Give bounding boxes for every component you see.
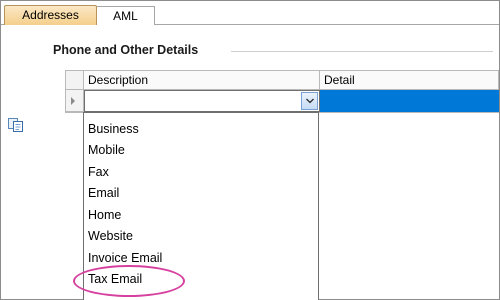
row-selector[interactable] [65,90,84,112]
detail-cell[interactable] [320,90,499,112]
dropdown-option-home[interactable]: Home [88,205,121,226]
dropdown-button[interactable] [301,92,318,110]
tab-aml[interactable]: AML [97,6,155,25]
description-dropdown-list: Business Mobile Fax Email Home Website I… [83,112,319,300]
tab-addresses[interactable]: Addresses [4,5,97,25]
dropdown-option-website[interactable]: Website [88,226,133,247]
dropdown-option-fax[interactable]: Fax [88,162,109,183]
description-combobox[interactable] [84,90,320,112]
dropdown-option-business[interactable]: Business [88,119,139,140]
column-header-detail[interactable]: Detail [320,70,499,90]
section-divider [231,51,493,52]
tab-strip: Addresses AML [1,1,499,25]
chevron-down-icon [306,98,314,104]
dropdown-option-tax-email[interactable]: Tax Email [88,269,142,290]
grid-corner [65,70,84,90]
dropdown-option-email[interactable]: Email [88,183,119,204]
copy-icon[interactable] [7,117,25,133]
dropdown-option-invoice-email[interactable]: Invoice Email [88,248,162,269]
window-frame: Addresses AML Phone and Other Details De… [0,0,500,300]
row-pointer-icon [71,97,75,105]
dropdown-option-mobile[interactable]: Mobile [88,140,125,161]
column-header-description[interactable]: Description [84,70,320,90]
section-title: Phone and Other Details [53,43,199,57]
